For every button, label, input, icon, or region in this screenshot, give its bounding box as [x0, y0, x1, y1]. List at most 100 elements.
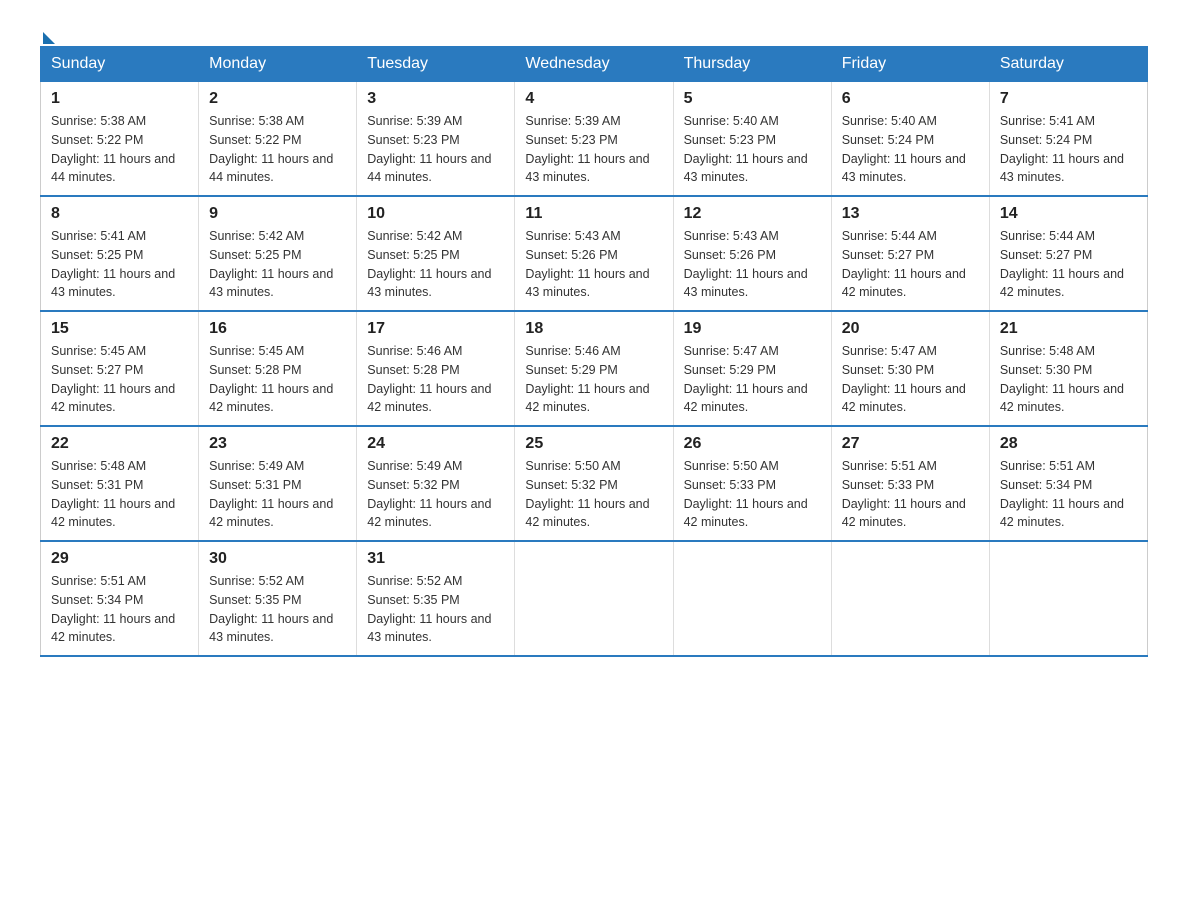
day-number: 18: [525, 320, 662, 338]
day-info: Sunrise: 5:42 AM Sunset: 5:25 PM Dayligh…: [367, 227, 504, 302]
column-header-wednesday: Wednesday: [515, 47, 673, 82]
calendar-cell: 24 Sunrise: 5:49 AM Sunset: 5:32 PM Dayl…: [357, 426, 515, 541]
calendar-cell: [673, 541, 831, 656]
calendar-cell: 26 Sunrise: 5:50 AM Sunset: 5:33 PM Dayl…: [673, 426, 831, 541]
day-info: Sunrise: 5:45 AM Sunset: 5:27 PM Dayligh…: [51, 342, 188, 417]
day-info: Sunrise: 5:50 AM Sunset: 5:32 PM Dayligh…: [525, 457, 662, 532]
calendar-cell: 16 Sunrise: 5:45 AM Sunset: 5:28 PM Dayl…: [199, 311, 357, 426]
day-number: 15: [51, 320, 188, 338]
calendar-cell: 2 Sunrise: 5:38 AM Sunset: 5:22 PM Dayli…: [199, 82, 357, 197]
calendar-cell: 30 Sunrise: 5:52 AM Sunset: 5:35 PM Dayl…: [199, 541, 357, 656]
calendar-cell: [989, 541, 1147, 656]
calendar-week-4: 22 Sunrise: 5:48 AM Sunset: 5:31 PM Dayl…: [41, 426, 1148, 541]
calendar-cell: 11 Sunrise: 5:43 AM Sunset: 5:26 PM Dayl…: [515, 196, 673, 311]
calendar-cell: 1 Sunrise: 5:38 AM Sunset: 5:22 PM Dayli…: [41, 82, 199, 197]
column-header-thursday: Thursday: [673, 47, 831, 82]
day-number: 6: [842, 90, 979, 108]
logo: [40, 30, 55, 40]
day-number: 4: [525, 90, 662, 108]
day-info: Sunrise: 5:40 AM Sunset: 5:24 PM Dayligh…: [842, 112, 979, 187]
calendar-week-3: 15 Sunrise: 5:45 AM Sunset: 5:27 PM Dayl…: [41, 311, 1148, 426]
column-header-friday: Friday: [831, 47, 989, 82]
day-number: 10: [367, 205, 504, 223]
calendar-cell: 14 Sunrise: 5:44 AM Sunset: 5:27 PM Dayl…: [989, 196, 1147, 311]
day-info: Sunrise: 5:38 AM Sunset: 5:22 PM Dayligh…: [51, 112, 188, 187]
day-number: 28: [1000, 435, 1137, 453]
calendar-cell: 18 Sunrise: 5:46 AM Sunset: 5:29 PM Dayl…: [515, 311, 673, 426]
day-number: 31: [367, 550, 504, 568]
calendar-cell: 9 Sunrise: 5:42 AM Sunset: 5:25 PM Dayli…: [199, 196, 357, 311]
calendar-cell: 10 Sunrise: 5:42 AM Sunset: 5:25 PM Dayl…: [357, 196, 515, 311]
day-info: Sunrise: 5:49 AM Sunset: 5:31 PM Dayligh…: [209, 457, 346, 532]
day-info: Sunrise: 5:52 AM Sunset: 5:35 PM Dayligh…: [367, 572, 504, 647]
calendar-cell: 23 Sunrise: 5:49 AM Sunset: 5:31 PM Dayl…: [199, 426, 357, 541]
day-info: Sunrise: 5:41 AM Sunset: 5:24 PM Dayligh…: [1000, 112, 1137, 187]
column-header-sunday: Sunday: [41, 47, 199, 82]
day-number: 5: [684, 90, 821, 108]
calendar-cell: 8 Sunrise: 5:41 AM Sunset: 5:25 PM Dayli…: [41, 196, 199, 311]
day-number: 22: [51, 435, 188, 453]
calendar-cell: 22 Sunrise: 5:48 AM Sunset: 5:31 PM Dayl…: [41, 426, 199, 541]
day-number: 11: [525, 205, 662, 223]
day-info: Sunrise: 5:38 AM Sunset: 5:22 PM Dayligh…: [209, 112, 346, 187]
calendar-cell: 19 Sunrise: 5:47 AM Sunset: 5:29 PM Dayl…: [673, 311, 831, 426]
day-number: 21: [1000, 320, 1137, 338]
day-number: 30: [209, 550, 346, 568]
day-number: 8: [51, 205, 188, 223]
day-info: Sunrise: 5:47 AM Sunset: 5:30 PM Dayligh…: [842, 342, 979, 417]
day-info: Sunrise: 5:46 AM Sunset: 5:29 PM Dayligh…: [525, 342, 662, 417]
column-header-saturday: Saturday: [989, 47, 1147, 82]
day-number: 25: [525, 435, 662, 453]
day-info: Sunrise: 5:52 AM Sunset: 5:35 PM Dayligh…: [209, 572, 346, 647]
calendar-week-2: 8 Sunrise: 5:41 AM Sunset: 5:25 PM Dayli…: [41, 196, 1148, 311]
day-number: 20: [842, 320, 979, 338]
calendar-cell: 17 Sunrise: 5:46 AM Sunset: 5:28 PM Dayl…: [357, 311, 515, 426]
calendar-cell: 7 Sunrise: 5:41 AM Sunset: 5:24 PM Dayli…: [989, 82, 1147, 197]
calendar-cell: 25 Sunrise: 5:50 AM Sunset: 5:32 PM Dayl…: [515, 426, 673, 541]
day-number: 13: [842, 205, 979, 223]
calendar-cell: 12 Sunrise: 5:43 AM Sunset: 5:26 PM Dayl…: [673, 196, 831, 311]
day-info: Sunrise: 5:39 AM Sunset: 5:23 PM Dayligh…: [525, 112, 662, 187]
day-info: Sunrise: 5:43 AM Sunset: 5:26 PM Dayligh…: [684, 227, 821, 302]
day-info: Sunrise: 5:44 AM Sunset: 5:27 PM Dayligh…: [842, 227, 979, 302]
day-number: 17: [367, 320, 504, 338]
day-info: Sunrise: 5:42 AM Sunset: 5:25 PM Dayligh…: [209, 227, 346, 302]
calendar-cell: 28 Sunrise: 5:51 AM Sunset: 5:34 PM Dayl…: [989, 426, 1147, 541]
calendar-cell: 13 Sunrise: 5:44 AM Sunset: 5:27 PM Dayl…: [831, 196, 989, 311]
day-info: Sunrise: 5:45 AM Sunset: 5:28 PM Dayligh…: [209, 342, 346, 417]
day-info: Sunrise: 5:41 AM Sunset: 5:25 PM Dayligh…: [51, 227, 188, 302]
logo-triangle-icon: [43, 32, 55, 44]
calendar-cell: 21 Sunrise: 5:48 AM Sunset: 5:30 PM Dayl…: [989, 311, 1147, 426]
day-number: 26: [684, 435, 821, 453]
column-header-monday: Monday: [199, 47, 357, 82]
day-number: 1: [51, 90, 188, 108]
calendar-cell: 31 Sunrise: 5:52 AM Sunset: 5:35 PM Dayl…: [357, 541, 515, 656]
day-number: 27: [842, 435, 979, 453]
calendar-cell: 29 Sunrise: 5:51 AM Sunset: 5:34 PM Dayl…: [41, 541, 199, 656]
day-info: Sunrise: 5:51 AM Sunset: 5:34 PM Dayligh…: [51, 572, 188, 647]
day-number: 3: [367, 90, 504, 108]
day-info: Sunrise: 5:48 AM Sunset: 5:31 PM Dayligh…: [51, 457, 188, 532]
calendar-table: SundayMondayTuesdayWednesdayThursdayFrid…: [40, 46, 1148, 657]
calendar-cell: 4 Sunrise: 5:39 AM Sunset: 5:23 PM Dayli…: [515, 82, 673, 197]
calendar-week-5: 29 Sunrise: 5:51 AM Sunset: 5:34 PM Dayl…: [41, 541, 1148, 656]
day-info: Sunrise: 5:47 AM Sunset: 5:29 PM Dayligh…: [684, 342, 821, 417]
day-info: Sunrise: 5:51 AM Sunset: 5:34 PM Dayligh…: [1000, 457, 1137, 532]
calendar-cell: 3 Sunrise: 5:39 AM Sunset: 5:23 PM Dayli…: [357, 82, 515, 197]
day-number: 14: [1000, 205, 1137, 223]
calendar-cell: 6 Sunrise: 5:40 AM Sunset: 5:24 PM Dayli…: [831, 82, 989, 197]
day-info: Sunrise: 5:44 AM Sunset: 5:27 PM Dayligh…: [1000, 227, 1137, 302]
day-number: 7: [1000, 90, 1137, 108]
calendar-cell: 27 Sunrise: 5:51 AM Sunset: 5:33 PM Dayl…: [831, 426, 989, 541]
day-number: 9: [209, 205, 346, 223]
day-number: 24: [367, 435, 504, 453]
calendar-cell: [831, 541, 989, 656]
day-info: Sunrise: 5:46 AM Sunset: 5:28 PM Dayligh…: [367, 342, 504, 417]
calendar-cell: 20 Sunrise: 5:47 AM Sunset: 5:30 PM Dayl…: [831, 311, 989, 426]
day-info: Sunrise: 5:51 AM Sunset: 5:33 PM Dayligh…: [842, 457, 979, 532]
day-number: 29: [51, 550, 188, 568]
day-number: 16: [209, 320, 346, 338]
day-info: Sunrise: 5:40 AM Sunset: 5:23 PM Dayligh…: [684, 112, 821, 187]
calendar-cell: 15 Sunrise: 5:45 AM Sunset: 5:27 PM Dayl…: [41, 311, 199, 426]
day-info: Sunrise: 5:50 AM Sunset: 5:33 PM Dayligh…: [684, 457, 821, 532]
